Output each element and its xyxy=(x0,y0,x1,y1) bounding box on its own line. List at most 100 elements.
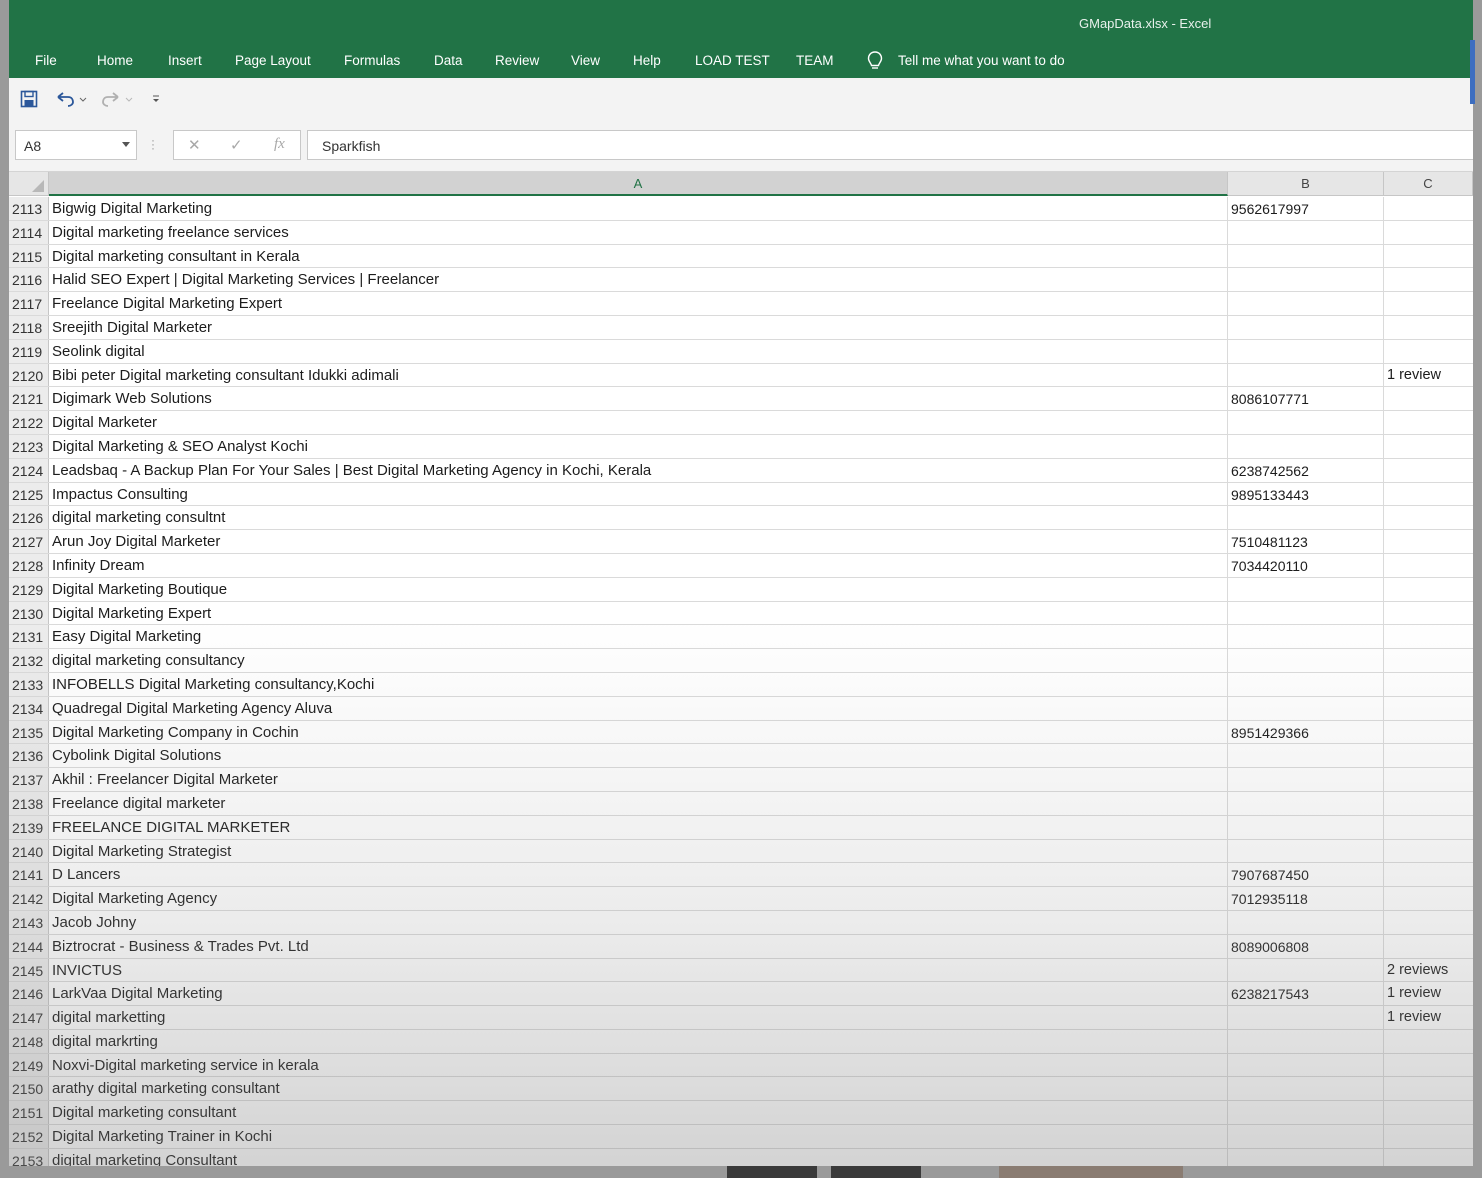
cell-c[interactable]: 1 review xyxy=(1387,367,1441,383)
row-header[interactable]: 2123 xyxy=(9,434,49,458)
cell-a[interactable]: digital marketting xyxy=(52,1009,1222,1026)
lightbulb-icon[interactable] xyxy=(866,50,884,72)
tab-home[interactable]: Home xyxy=(97,53,133,68)
row-header[interactable]: 2149 xyxy=(9,1053,49,1077)
cell-a[interactable]: INVICTUS xyxy=(52,962,1222,979)
row-header[interactable]: 2127 xyxy=(9,530,49,553)
row-header[interactable]: 2121 xyxy=(9,387,49,411)
cell-a[interactable]: D Lancers xyxy=(52,866,1222,883)
cell-a[interactable]: Akhil : Freelancer Digital Marketer xyxy=(52,771,1222,788)
cell-a[interactable]: Biztrocrat - Business & Trades Pvt. Ltd xyxy=(52,938,1222,955)
row-header[interactable]: 2141 xyxy=(9,863,49,887)
row-header[interactable]: 2143 xyxy=(9,910,49,934)
cell-b[interactable]: 6238217543 xyxy=(1231,986,1309,1002)
scrollbar-indicator[interactable] xyxy=(1470,40,1475,104)
row-header[interactable]: 2134 xyxy=(9,696,49,720)
cell-a[interactable]: Impactus Consulting xyxy=(52,486,1222,503)
row-header[interactable]: 2151 xyxy=(9,1101,49,1125)
cell-a[interactable]: Easy Digital Marketing xyxy=(52,628,1222,645)
undo-icon[interactable] xyxy=(53,88,89,110)
row-header[interactable]: 2142 xyxy=(9,887,49,910)
cell-a[interactable]: digital marketing consultancy xyxy=(52,652,1222,669)
row-header[interactable]: 2115 xyxy=(9,244,49,268)
row-header[interactable]: 2118 xyxy=(9,315,49,339)
taskbar-item[interactable] xyxy=(831,1166,921,1178)
row-header[interactable]: 2120 xyxy=(9,363,49,387)
row-header[interactable]: 2116 xyxy=(9,268,49,292)
row-header[interactable]: 2138 xyxy=(9,791,49,815)
row-header[interactable]: 2132 xyxy=(9,649,49,672)
row-header[interactable]: 2147 xyxy=(9,1006,49,1029)
cell-a[interactable]: Digital marketing consultant xyxy=(52,1104,1222,1121)
row-header[interactable]: 2150 xyxy=(9,1077,49,1101)
cancel-icon[interactable]: ✕ xyxy=(188,136,201,154)
cell-a[interactable]: Digital Marketing Company in Cochin xyxy=(52,724,1222,741)
formula-input[interactable]: Sparkfish xyxy=(307,130,1473,160)
cell-c[interactable]: 1 review xyxy=(1387,985,1441,1001)
cell-b[interactable]: 7510481123 xyxy=(1231,534,1308,550)
cell-a[interactable]: Leadsbaq - A Backup Plan For Your Sales … xyxy=(52,462,1222,479)
cell-a[interactable]: Digital marketing consultant in Kerala xyxy=(52,248,1222,265)
taskbar-item[interactable] xyxy=(999,1166,1183,1178)
cell-a[interactable]: Digital Marketing Agency xyxy=(52,890,1222,907)
row-header[interactable]: 2124 xyxy=(9,458,49,482)
row-header[interactable]: 2129 xyxy=(9,577,49,601)
cell-a[interactable]: Halid SEO Expert | Digital Marketing Ser… xyxy=(52,271,1222,288)
cell-b[interactable]: 8086107771 xyxy=(1231,391,1309,407)
cell-a[interactable]: Digital Marketing Strategist xyxy=(52,843,1222,860)
cell-a[interactable]: Sreejith Digital Marketer xyxy=(52,319,1222,336)
tab-formulas[interactable]: Formulas xyxy=(344,53,400,68)
row-header[interactable]: 2119 xyxy=(9,339,49,363)
cell-b[interactable]: 6238742562 xyxy=(1231,463,1309,479)
tab-help[interactable]: Help xyxy=(633,53,661,68)
drag-handle-icon[interactable]: · · · xyxy=(151,134,155,154)
tab-view[interactable]: View xyxy=(571,53,600,68)
tab-load-test[interactable]: LOAD TEST xyxy=(695,53,770,68)
row-header[interactable]: 2136 xyxy=(9,744,49,768)
cell-a[interactable]: Infinity Dream xyxy=(52,557,1222,574)
row-header[interactable]: 2144 xyxy=(9,934,49,958)
cell-b[interactable]: 7034420110 xyxy=(1231,558,1308,574)
cell-a[interactable]: Digital Marketing Expert xyxy=(52,605,1222,622)
cell-a[interactable]: Noxvi-Digital marketing service in keral… xyxy=(52,1057,1222,1074)
row-header[interactable]: 2133 xyxy=(9,672,49,696)
row-header[interactable]: 2128 xyxy=(9,553,49,577)
row-header[interactable]: 2148 xyxy=(9,1029,49,1053)
row-header[interactable]: 2145 xyxy=(9,958,49,982)
row-header[interactable]: 2117 xyxy=(9,292,49,315)
row-header[interactable]: 2152 xyxy=(9,1125,49,1148)
cell-a[interactable]: Digital marketing freelance services xyxy=(52,224,1222,241)
tell-me-search[interactable]: Tell me what you want to do xyxy=(898,53,1065,68)
cell-a[interactable]: arathy digital marketing consultant xyxy=(52,1080,1222,1097)
cell-a[interactable]: Cybolink Digital Solutions xyxy=(52,747,1222,764)
tab-review[interactable]: Review xyxy=(495,53,539,68)
customize-toolbar-icon[interactable] xyxy=(149,88,163,110)
cell-a[interactable]: Arun Joy Digital Marketer xyxy=(52,533,1222,550)
taskbar-item[interactable] xyxy=(727,1166,817,1178)
cell-a[interactable]: Digital Marketing & SEO Analyst Kochi xyxy=(52,438,1222,455)
row-header[interactable]: 2122 xyxy=(9,411,49,434)
chevron-down-icon[interactable] xyxy=(122,142,130,147)
cell-a[interactable]: FREELANCE DIGITAL MARKETER xyxy=(52,819,1222,836)
redo-icon[interactable] xyxy=(99,88,135,110)
cell-a[interactable]: LarkVaa Digital Marketing xyxy=(52,985,1222,1002)
row-header[interactable]: 2113 xyxy=(9,197,49,220)
cell-b[interactable]: 7012935118 xyxy=(1231,891,1308,907)
row-header[interactable]: 2131 xyxy=(9,625,49,649)
tab-insert[interactable]: Insert xyxy=(168,53,202,68)
cell-a[interactable]: Digital Marketer xyxy=(52,414,1222,431)
tab-team[interactable]: TEAM xyxy=(796,53,834,68)
row-header[interactable]: 2137 xyxy=(9,768,49,791)
cell-b[interactable]: 7907687450 xyxy=(1231,867,1309,883)
cell-b[interactable]: 8951429366 xyxy=(1231,725,1309,741)
name-box[interactable]: A8 xyxy=(15,130,137,160)
cell-a[interactable]: Jacob Johny xyxy=(52,914,1222,931)
cell-a[interactable]: Seolink digital xyxy=(52,343,1222,360)
row-header[interactable]: 2125 xyxy=(9,482,49,506)
row-header[interactable]: 2153 xyxy=(9,1148,49,1166)
cell-a[interactable]: Bigwig Digital Marketing xyxy=(52,200,1222,217)
cell-b[interactable]: 9562617997 xyxy=(1231,201,1309,217)
cell-a[interactable]: digital marketing Consultant xyxy=(52,1152,1222,1166)
cell-a[interactable]: digital markrting xyxy=(52,1033,1222,1050)
cell-a[interactable]: Digital Marketing Trainer in Kochi xyxy=(52,1128,1222,1145)
